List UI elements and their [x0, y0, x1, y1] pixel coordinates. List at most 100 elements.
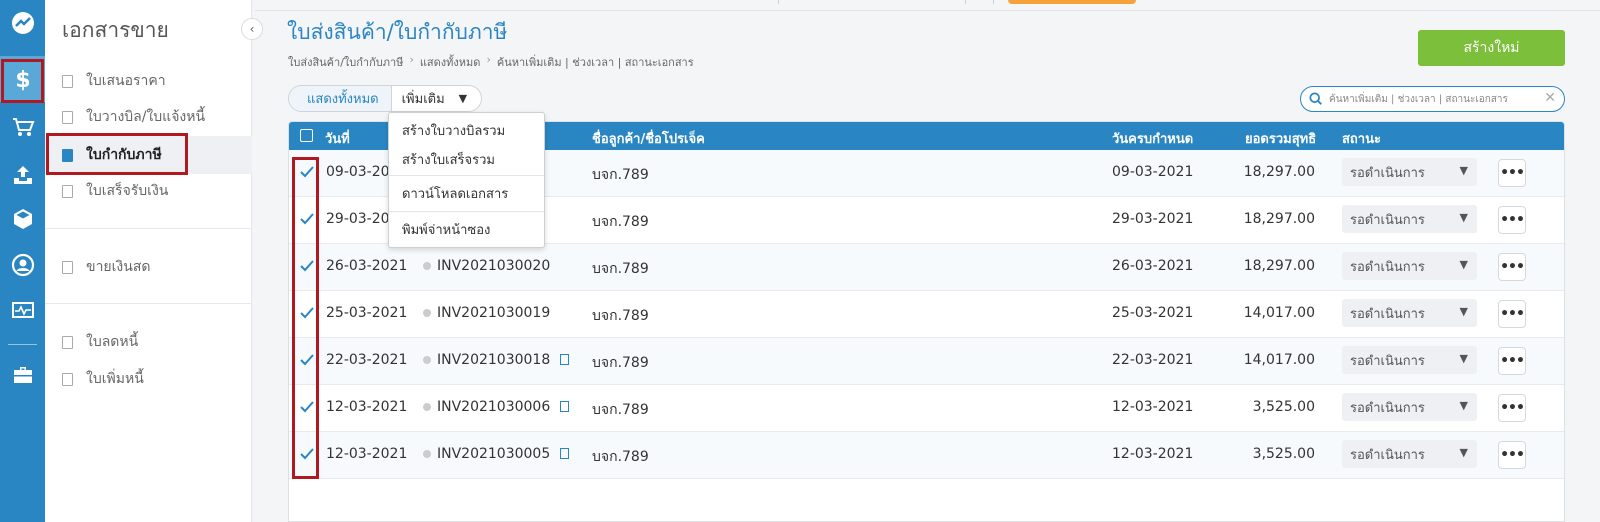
file-icon[interactable]	[560, 354, 570, 365]
more-dropdown-toggle[interactable]: เพิ่มเติม ▼	[392, 86, 482, 111]
row-status-select[interactable]: รอดำเนินการ ▼	[1342, 440, 1477, 468]
row-doc-number[interactable]: INV2021030006	[423, 399, 570, 415]
row-more-button[interactable]: •••	[1498, 347, 1526, 375]
row-total: 3,525.00	[1252, 399, 1315, 415]
breadcrumb-item[interactable]: ค้นหาเพิ่มเติม | ช่วงเวลา | สถานะเอกสาร	[497, 53, 694, 71]
row-status-select[interactable]: รอดำเนินการ ▼	[1342, 346, 1477, 374]
status-value: รอดำเนินการ	[1350, 259, 1425, 275]
search-box[interactable]: ค้นหาเพิ่มเติม | ช่วงเวลา | สถานะเอกสาร …	[1300, 86, 1565, 112]
sidebar-item-quotation[interactable]: ใบเสนอราคา	[45, 62, 252, 100]
row-checkbox-checked-icon[interactable]	[299, 164, 315, 180]
sidebar-item-label: ใบเสร็จรับเงิน	[86, 183, 169, 199]
row-more-button[interactable]: •••	[1498, 441, 1526, 469]
col-total[interactable]: ยอดรวมสุทธิ	[1245, 128, 1316, 149]
table-row[interactable]: 12-03-2021 INV2021030006 บจก.789 12-03-2021…	[289, 385, 1564, 432]
chevron-down-icon: ▼	[1459, 258, 1468, 271]
sidebar-item-cash-sale[interactable]: ขายเงินสด	[45, 248, 252, 286]
row-doc-number[interactable]: INV2021030019	[423, 305, 550, 321]
icon-rail: $	[0, 0, 45, 522]
chevron-down-icon: ▼	[1459, 446, 1468, 459]
row-customer[interactable]: บจก.789	[592, 211, 649, 233]
breadcrumb-item[interactable]: แสดงทั้งหมด	[420, 53, 481, 71]
row-due-date: 25-03-2021	[1112, 305, 1194, 321]
row-checkbox-checked-icon[interactable]	[299, 258, 315, 274]
select-all-checkbox[interactable]	[300, 129, 313, 142]
row-checkbox-checked-icon[interactable]	[299, 399, 315, 415]
logo-icon[interactable]	[0, 0, 45, 46]
row-checkbox-checked-icon[interactable]	[299, 446, 315, 462]
chevron-down-icon: ▼	[1459, 164, 1468, 177]
sidebar-item-credit-note[interactable]: ใบลดหนี้	[45, 323, 252, 361]
row-more-button[interactable]: •••	[1498, 394, 1526, 422]
page-title: ใบส่งสินค้า/ใบกำกับภาษี	[287, 20, 508, 44]
sidebar-item-label: ใบลดหนี้	[86, 334, 139, 350]
upload-tray-icon[interactable]	[0, 152, 45, 198]
col-customer[interactable]: ชื่อลูกค้า/ชื่อโปรเจ็ค	[592, 128, 705, 149]
show-all-filter[interactable]: แสดงทั้งหมด	[289, 86, 392, 111]
row-total: 14,017.00	[1243, 352, 1315, 368]
row-date: 26-03-2021	[326, 258, 408, 274]
briefcase-icon[interactable]	[0, 352, 45, 398]
row-due-date: 29-03-2021	[1112, 211, 1194, 227]
document-icon	[62, 148, 73, 162]
row-customer[interactable]: บจก.789	[592, 164, 649, 186]
menu-item-download-documents[interactable]: ดาวน์โหลดเอกสาร	[389, 176, 544, 210]
doc-number-text: INV2021030019	[437, 305, 551, 321]
search-input[interactable]: ค้นหาเพิ่มเติม | ช่วงเวลา | สถานะเอกสาร	[1329, 92, 1508, 107]
sidebar-item-debit-note[interactable]: ใบเพิ่มหนี้	[45, 360, 252, 398]
sidebar-item-billing[interactable]: ใบวางบิล/ใบแจ้งหนี้	[45, 98, 252, 136]
file-icon[interactable]	[560, 401, 570, 412]
table-row[interactable]: 25-03-2021 INV2021030019 บจก.789 25-03-2021…	[289, 291, 1564, 338]
row-date: 12-03-2021	[326, 446, 408, 462]
col-due-date[interactable]: วันครบกำหนด	[1112, 128, 1193, 149]
row-doc-number[interactable]: INV2021030018	[423, 352, 570, 368]
menu-item-print-envelope[interactable]: พิมพ์จ่าหน้าซอง	[389, 212, 544, 246]
row-checkbox-checked-icon[interactable]	[299, 352, 315, 368]
doc-number-text: INV2021030018	[437, 352, 551, 368]
row-customer[interactable]: บจก.789	[592, 305, 649, 327]
row-status-select[interactable]: รอดำเนินการ ▼	[1342, 299, 1477, 327]
sidebar-item-tax-invoice[interactable]: ใบกำกับภาษี	[45, 136, 252, 174]
clear-search-icon[interactable]: ✕	[1544, 90, 1556, 106]
row-status-select[interactable]: รอดำเนินการ ▼	[1342, 252, 1477, 280]
cart-icon[interactable]	[0, 104, 45, 150]
row-customer[interactable]: บจก.789	[592, 399, 649, 421]
table-row[interactable]: 26-03-2021 INV2021030020 บจก.789 26-03-2021…	[289, 244, 1564, 291]
row-status-select[interactable]: รอดำเนินการ ▼	[1342, 158, 1477, 186]
row-total: 18,297.00	[1243, 164, 1315, 180]
col-date[interactable]: วันที่	[325, 128, 350, 149]
create-new-button[interactable]: สร้างใหม่	[1418, 30, 1565, 66]
row-more-button[interactable]: •••	[1498, 300, 1526, 328]
top-promo-tab[interactable]	[1008, 0, 1136, 4]
menu-item-create-combined-receipt[interactable]: สร้างใบเสร็จรวม	[389, 142, 544, 176]
breadcrumb-item[interactable]: ใบส่งสินค้า/ใบกำกับภาษี	[288, 53, 403, 71]
row-more-button[interactable]: •••	[1498, 206, 1526, 234]
row-more-button[interactable]: •••	[1498, 253, 1526, 281]
sidebar-item-receipt[interactable]: ใบเสร็จรับเงิน	[45, 172, 252, 210]
row-customer[interactable]: บจก.789	[592, 352, 649, 374]
col-status[interactable]: สถานะ	[1342, 128, 1381, 149]
collapse-sidebar-button[interactable]: ‹	[241, 18, 263, 40]
box-icon[interactable]	[0, 196, 45, 242]
row-customer[interactable]: บจก.789	[592, 258, 649, 280]
chevron-down-icon: ▼	[1459, 211, 1468, 224]
row-customer[interactable]: บจก.789	[592, 446, 649, 468]
user-circle-icon[interactable]	[0, 242, 45, 288]
document-icon	[62, 372, 73, 386]
row-total: 14,017.00	[1243, 305, 1315, 321]
table-row[interactable]: 12-03-2021 INV2021030005 บจก.789 12-03-2021…	[289, 432, 1564, 479]
table-row[interactable]: 22-03-2021 INV2021030018 บจก.789 22-03-2021…	[289, 338, 1564, 385]
sidebar-item-label: ใบเสนอราคา	[86, 73, 166, 89]
row-doc-number[interactable]: INV2021030005	[423, 446, 570, 462]
row-status-select[interactable]: รอดำเนินการ ▼	[1342, 205, 1477, 233]
row-doc-number[interactable]: INV2021030020	[423, 258, 550, 274]
chevron-down-icon: ▼	[1459, 399, 1468, 412]
monitor-chart-icon[interactable]	[0, 288, 45, 334]
row-more-button[interactable]: •••	[1498, 159, 1526, 187]
row-status-select[interactable]: รอดำเนินการ ▼	[1342, 393, 1477, 421]
row-checkbox-checked-icon[interactable]	[299, 211, 315, 227]
sidebar-item-label: ขายเงินสด	[86, 259, 151, 275]
file-icon[interactable]	[560, 448, 570, 459]
dollar-icon[interactable]: $	[0, 56, 45, 102]
row-checkbox-checked-icon[interactable]	[299, 305, 315, 321]
